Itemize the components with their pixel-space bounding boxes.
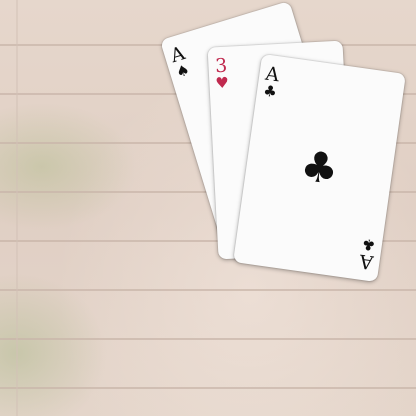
- heart-icon: ♥: [214, 73, 230, 93]
- club-center-pip-icon: ♣: [297, 140, 342, 195]
- card-table: A ♠ 3 ♥ A ♣ ♣ A ♣: [0, 0, 416, 416]
- card-corner-bottom-right: A ♣: [358, 234, 377, 274]
- card-corner-top-left: 3 ♥: [214, 55, 230, 93]
- card-corner-top-left: A ♠: [168, 42, 192, 82]
- spade-icon: ♠: [173, 60, 192, 82]
- club-icon: ♣: [262, 81, 278, 102]
- card-corner-top-left: A ♣: [262, 63, 281, 102]
- playing-card-ace-of-clubs[interactable]: A ♣ ♣ A ♣: [233, 53, 406, 283]
- club-icon: ♣: [361, 234, 377, 255]
